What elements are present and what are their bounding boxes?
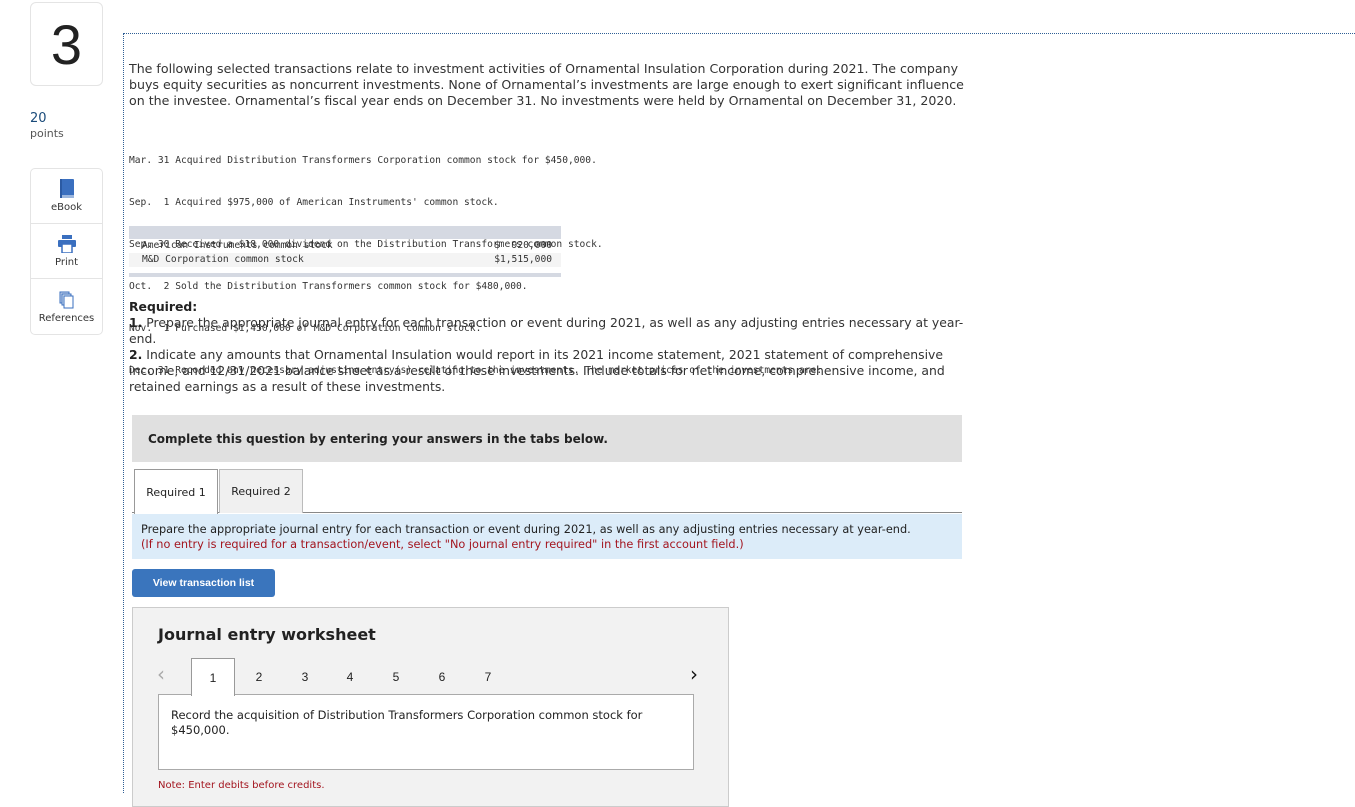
tab-required-2[interactable]: Required 2 bbox=[219, 469, 303, 513]
question-content: The following selected transactions rela… bbox=[123, 33, 1355, 807]
chevron-right-icon[interactable]: › bbox=[690, 662, 698, 686]
points-label: points bbox=[30, 127, 64, 140]
references-button[interactable]: References bbox=[31, 279, 102, 334]
worksheet-page-3[interactable]: 3 bbox=[283, 658, 327, 695]
worksheet-page-1[interactable]: 1 bbox=[191, 658, 235, 696]
worksheet-note: Note: Enter debits before credits. bbox=[158, 780, 325, 790]
worksheet-description: Record the acquisition of Distribution T… bbox=[158, 694, 694, 770]
investment-name: American Instruments common stock bbox=[142, 240, 333, 251]
ebook-button[interactable]: eBook bbox=[31, 169, 102, 224]
complete-question-banner: Complete this question by entering your … bbox=[132, 415, 962, 462]
investment-name: M&D Corporation common stock bbox=[142, 254, 304, 265]
references-label: References bbox=[38, 312, 95, 324]
investment-value: $1,515,000 bbox=[494, 254, 552, 265]
print-button[interactable]: Print bbox=[31, 224, 102, 279]
printer-icon bbox=[57, 234, 76, 254]
instruction-text: Prepare the appropriate journal entry fo… bbox=[141, 523, 911, 536]
chevron-left-icon[interactable]: ‹ bbox=[157, 662, 165, 686]
book-icon bbox=[59, 179, 75, 199]
instruction-note: (If no entry is required for a transacti… bbox=[141, 538, 744, 551]
problem-intro: The following selected transactions rela… bbox=[129, 61, 964, 108]
transaction-row: Sep. 1 Acquired $975,000 of American Ins… bbox=[129, 197, 499, 208]
worksheet-page-5[interactable]: 5 bbox=[374, 658, 418, 695]
investment-value: $ 920,000 bbox=[494, 240, 552, 251]
worksheet-page-2[interactable]: 2 bbox=[237, 658, 281, 695]
table-header-bar bbox=[129, 226, 561, 239]
tab-required-1[interactable]: Required 1 bbox=[134, 469, 218, 514]
journal-entry-worksheet: Journal entry worksheet ‹ 1 2 3 4 5 6 7 … bbox=[132, 607, 729, 807]
transaction-row: Oct. 2 Sold the Distribution Transformer… bbox=[129, 281, 528, 292]
required-item-2: 2. Indicate any amounts that Ornamental … bbox=[129, 347, 945, 394]
table-footer-bar bbox=[129, 273, 561, 277]
references-icon bbox=[59, 290, 75, 310]
tools-panel: eBook Print References bbox=[30, 168, 103, 335]
required-item-1: 1. Prepare the appropriate journal entry… bbox=[129, 315, 964, 346]
ebook-label: eBook bbox=[50, 202, 83, 213]
required-heading: Required: bbox=[129, 299, 198, 314]
market-prices-table: American Instruments common stock $ 920,… bbox=[129, 226, 561, 277]
instruction-box: Prepare the appropriate journal entry fo… bbox=[132, 514, 962, 559]
transaction-row: Mar. 31 Acquired Distribution Transforme… bbox=[129, 155, 597, 166]
table-row: M&D Corporation common stock $1,515,000 bbox=[129, 253, 561, 267]
table-row: American Instruments common stock $ 920,… bbox=[129, 239, 561, 253]
required-section: Required: 1. Prepare the appropriate jou… bbox=[129, 299, 969, 395]
question-number: 3 bbox=[30, 2, 103, 86]
worksheet-title: Journal entry worksheet bbox=[158, 625, 376, 644]
points-value: 20 bbox=[30, 111, 47, 126]
print-label: Print bbox=[54, 257, 78, 268]
worksheet-page-7[interactable]: 7 bbox=[466, 658, 510, 695]
worksheet-page-6[interactable]: 6 bbox=[420, 658, 464, 695]
points-block: 20 points bbox=[30, 111, 64, 141]
view-transaction-list-button[interactable]: View transaction list bbox=[132, 569, 275, 597]
worksheet-page-4[interactable]: 4 bbox=[328, 658, 372, 695]
answer-tabs: Required 1 Required 2 bbox=[132, 469, 962, 514]
worksheet-pagination: ‹ 1 2 3 4 5 6 7 › bbox=[133, 658, 730, 696]
